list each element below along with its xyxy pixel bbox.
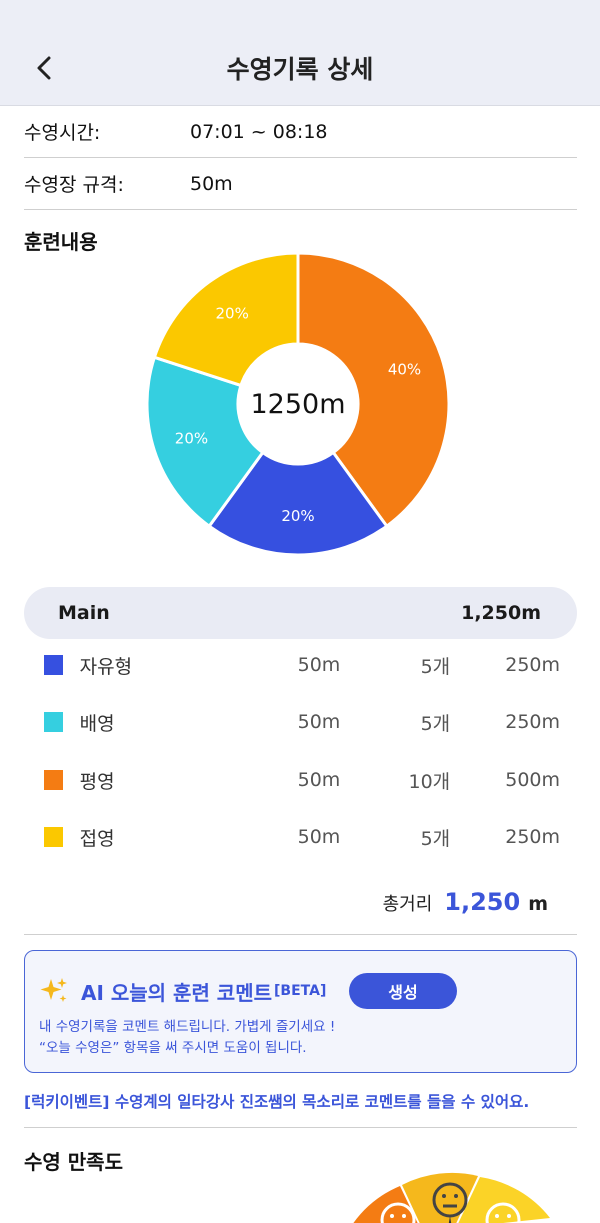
ai-comment-card: AI 오늘의 훈련 코멘트 [BETA] 생성 내 수영기록을 코멘트 해드립니… xyxy=(24,950,577,1073)
stroke-name: 자유형 xyxy=(79,655,133,678)
stroke-count: 5개 xyxy=(420,712,451,735)
stroke-name: 배영 xyxy=(79,712,115,735)
stroke-name: 평영 xyxy=(79,770,115,793)
ai-desc-line: “오늘 수영은” 항목을 써 주시면 도움이 됩니다. xyxy=(39,1040,307,1056)
donut-hole xyxy=(239,345,357,463)
stroke-length: 50m xyxy=(297,711,341,733)
stroke-row-backstroke: 배영 50m 5개 250m xyxy=(44,707,560,737)
generate-button[interactable]: 생성 xyxy=(349,973,457,1009)
stroke-row-freestyle: 자유형 50m 5개 250m xyxy=(44,650,560,680)
stroke-total: 250m xyxy=(505,711,561,733)
donut-slice-label-0: 40% xyxy=(388,360,421,378)
top-app-bar: 수영기록 상세 xyxy=(0,0,600,106)
donut-slice-label-3: 20% xyxy=(215,304,248,322)
stroke-count: 5개 xyxy=(420,655,451,678)
total-distance: 총거리 1,250 m xyxy=(383,888,548,916)
swim-time-row: 수영시간: 07:01 ~ 08:18 xyxy=(24,106,577,158)
total-distance-label: 총거리 xyxy=(382,894,433,915)
training-section-title: 훈련내용 xyxy=(24,230,98,254)
ai-comment-title: AI 오늘의 훈련 코멘트 xyxy=(81,980,273,1005)
training-donut-chart: 40% 20% 20% 20% xyxy=(146,252,450,556)
color-swatch xyxy=(44,712,63,732)
stroke-total: 250m xyxy=(505,654,561,676)
beta-badge: [BETA] xyxy=(274,983,327,999)
page-title: 수영기록 상세 xyxy=(226,55,374,84)
total-distance-value: 1,250 xyxy=(444,888,521,916)
stroke-count: 5개 xyxy=(420,827,451,850)
total-distance-unit: m xyxy=(528,893,548,915)
stroke-name: 접영 xyxy=(79,827,115,850)
stroke-total: 500m xyxy=(505,769,561,791)
ai-desc-line: 내 수영기록을 코멘트 해드립니다. 가볍게 즐기세요 ! xyxy=(39,1019,336,1035)
pool-size-row: 수영장 규격: 50m xyxy=(24,158,577,210)
stroke-count: 10개 xyxy=(408,770,451,793)
stroke-row-butterfly: 접영 50m 5개 250m xyxy=(44,822,560,852)
stroke-length: 50m xyxy=(297,769,341,791)
stroke-row-breaststroke: 평영 50m 10개 500m xyxy=(44,765,560,795)
color-swatch xyxy=(44,827,63,847)
donut-slice-label-1: 20% xyxy=(281,507,314,525)
ai-comment-header: AI 오늘의 훈련 코멘트 [BETA] xyxy=(39,976,326,1006)
swim-time-label: 수영시간: xyxy=(24,122,101,144)
divider xyxy=(24,934,577,935)
stroke-length: 50m xyxy=(297,826,341,848)
sparkle-icon xyxy=(40,978,67,1002)
pool-size-label: 수영장 규격: xyxy=(24,174,124,196)
color-swatch xyxy=(44,655,63,675)
main-summary-bar: Main 1,250m xyxy=(24,587,577,639)
ai-comment-description: 내 수영기록을 코멘트 해드립니다. 가볍게 즐기세요 ! “오늘 수영은” 항… xyxy=(39,1017,335,1059)
color-swatch xyxy=(44,770,63,790)
divider xyxy=(24,1127,577,1128)
pool-size-value: 50m xyxy=(190,172,233,195)
swim-time-value: 07:01 ~ 08:18 xyxy=(190,120,328,143)
satisfaction-gauge xyxy=(353,1172,550,1223)
donut-slice-label-2: 20% xyxy=(175,430,208,448)
stroke-total: 250m xyxy=(505,826,561,848)
main-summary-label: Main xyxy=(58,602,110,624)
satisfaction-section-title: 수영 만족도 xyxy=(24,1150,123,1174)
lucky-event-link[interactable]: [럭키이벤트] 수영계의 일타강사 진조쌤의 목소리로 코멘트를 들을 수 있어… xyxy=(24,1090,529,1112)
main-summary-value: 1,250m xyxy=(461,602,541,624)
stroke-length: 50m xyxy=(297,654,341,676)
